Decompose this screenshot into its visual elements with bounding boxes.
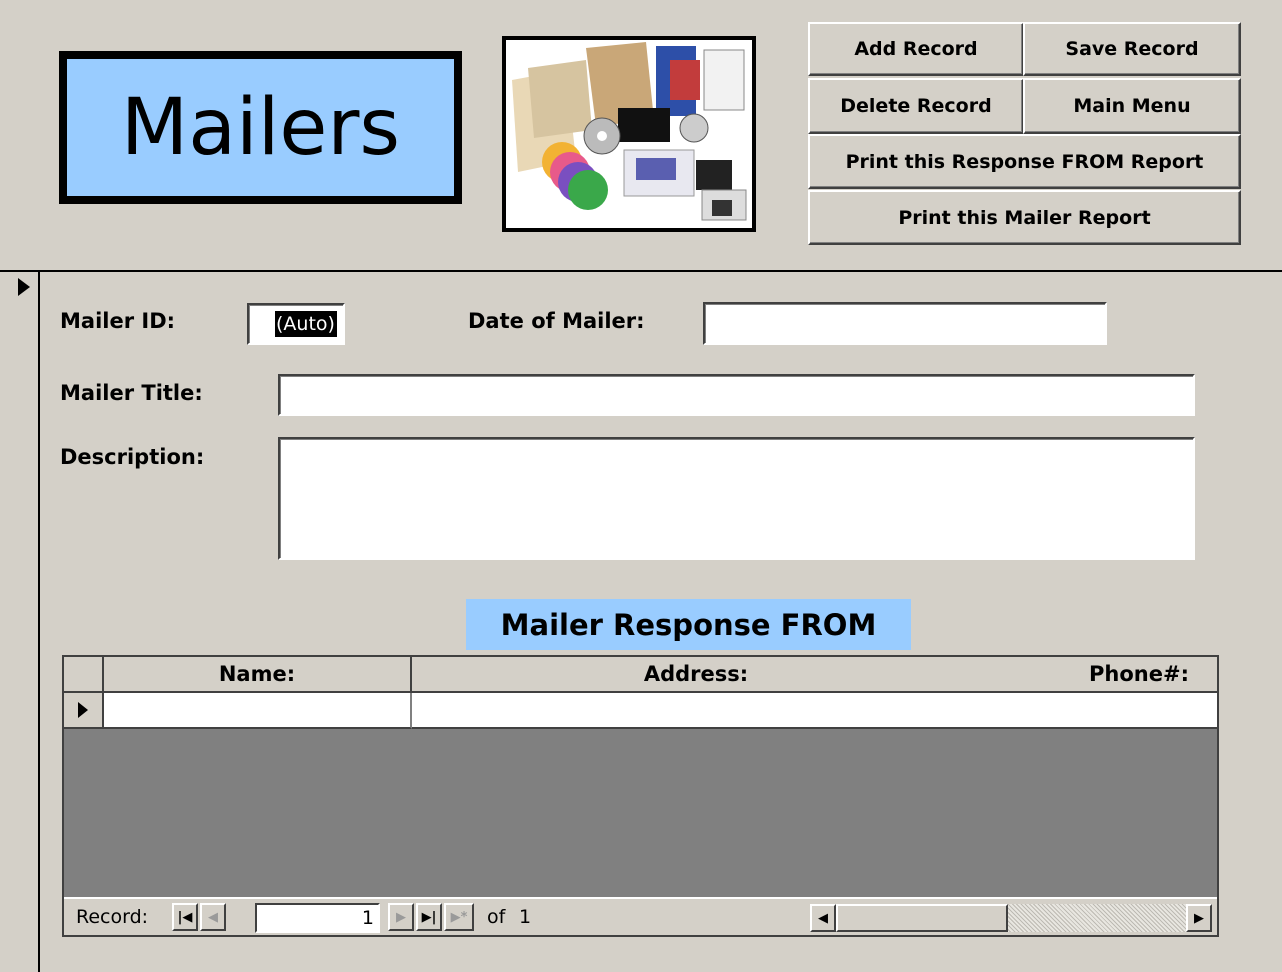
record-label: Record: bbox=[76, 906, 149, 928]
add-record-button[interactable]: Add Record bbox=[808, 22, 1024, 76]
name-cell[interactable] bbox=[104, 693, 412, 729]
record-number-input[interactable]: 1 bbox=[255, 903, 380, 933]
first-record-icon[interactable]: |◀ bbox=[172, 903, 198, 931]
horizontal-scrollbar[interactable] bbox=[836, 904, 1202, 932]
current-row-icon bbox=[78, 702, 88, 718]
column-header-address[interactable]: Address: bbox=[412, 657, 982, 693]
save-record-button[interactable]: Save Record bbox=[1023, 22, 1241, 76]
print-mailer-report-button[interactable]: Print this Mailer Report bbox=[808, 190, 1241, 245]
scrollbar-thumb[interactable] bbox=[836, 904, 1008, 932]
column-header-name[interactable]: Name: bbox=[104, 657, 412, 693]
mailer-title-field[interactable] bbox=[278, 374, 1195, 416]
mailer-id-label: Mailer ID: bbox=[60, 309, 176, 333]
next-record-icon[interactable]: ▶ bbox=[388, 903, 414, 931]
description-label: Description: bbox=[60, 445, 205, 469]
scroll-left-icon[interactable]: ◀ bbox=[810, 904, 836, 932]
of-label: of bbox=[487, 906, 506, 928]
mailer-products-image bbox=[502, 36, 756, 232]
mailer-id-field[interactable]: (Auto) bbox=[247, 303, 345, 345]
current-record-icon[interactable] bbox=[18, 278, 30, 296]
record-selector-divider bbox=[38, 272, 40, 972]
response-subform[interactable]: Name: Address: Phone#: Record: |◀ ◀ 1 ▶ … bbox=[62, 655, 1219, 937]
main-menu-button[interactable]: Main Menu bbox=[1023, 78, 1241, 134]
record-total: 1 bbox=[519, 906, 532, 928]
print-response-report-button[interactable]: Print this Response FROM Report bbox=[808, 134, 1241, 189]
column-header-phone[interactable]: Phone#: bbox=[980, 657, 1217, 693]
subform-title: Mailer Response FROM bbox=[466, 599, 911, 650]
record-navigation-bar: Record: |◀ ◀ 1 ▶ ▶| ▶* of 1 ◀ ▶ bbox=[64, 897, 1217, 935]
new-record-icon[interactable]: ▶* bbox=[444, 903, 474, 931]
row-selector[interactable] bbox=[64, 693, 104, 729]
date-of-mailer-label: Date of Mailer: bbox=[468, 309, 645, 333]
last-record-icon[interactable]: ▶| bbox=[416, 903, 442, 931]
header-divider bbox=[0, 270, 1282, 272]
mailer-title-label: Mailer Title: bbox=[60, 381, 203, 405]
prev-record-icon[interactable]: ◀ bbox=[200, 903, 226, 931]
date-of-mailer-field[interactable] bbox=[703, 302, 1107, 345]
address-cell[interactable] bbox=[412, 693, 982, 729]
scroll-right-icon[interactable]: ▶ bbox=[1186, 904, 1212, 932]
mailer-id-value: (Auto) bbox=[275, 311, 337, 337]
select-all-corner[interactable] bbox=[64, 657, 104, 693]
description-field[interactable] bbox=[278, 437, 1195, 560]
form-title: Mailers bbox=[59, 51, 462, 204]
delete-record-button[interactable]: Delete Record bbox=[808, 78, 1024, 134]
phone-cell[interactable] bbox=[980, 693, 1217, 729]
